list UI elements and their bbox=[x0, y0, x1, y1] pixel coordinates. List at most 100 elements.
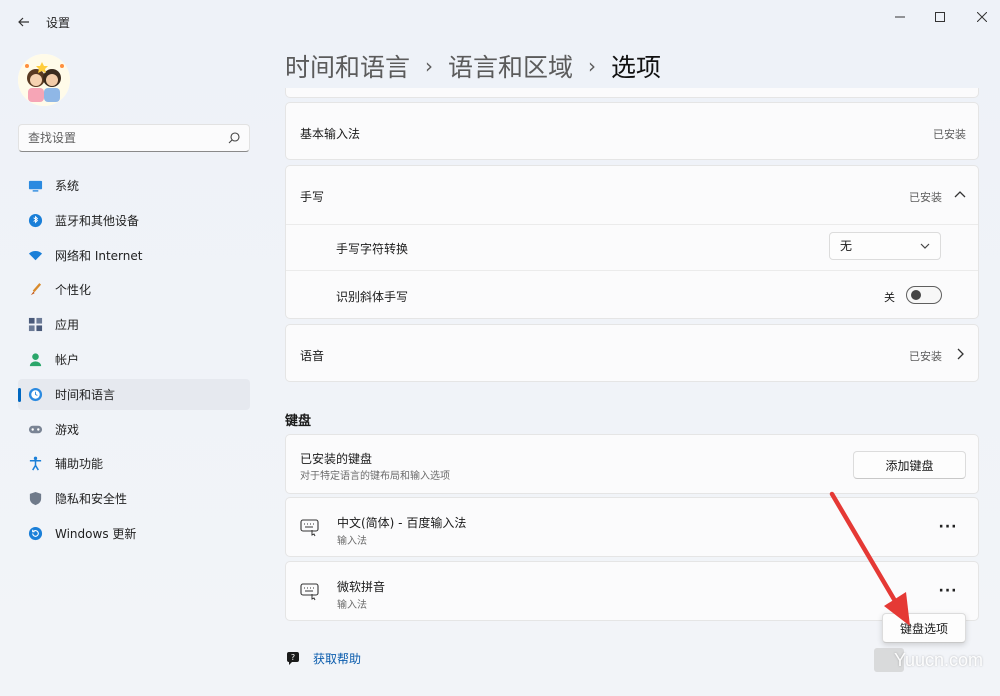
sidebar-item-network[interactable]: 网络和 Internet bbox=[18, 240, 250, 271]
sidebar-item-accessibility[interactable]: 辅助功能 bbox=[18, 448, 250, 479]
sidebar-item-windows-update[interactable]: Windows 更新 bbox=[18, 518, 250, 549]
get-help-link[interactable]: ? 获取帮助 bbox=[285, 650, 361, 667]
get-help-label[interactable]: 获取帮助 bbox=[313, 650, 361, 667]
previous-card-edge bbox=[285, 88, 979, 98]
chevron-down-icon bbox=[920, 243, 930, 249]
back-button[interactable] bbox=[12, 10, 36, 34]
system-icon bbox=[28, 180, 43, 192]
speech-status: 已安装 bbox=[909, 350, 942, 363]
clock-globe-icon bbox=[28, 387, 43, 401]
italic-toggle-state: 关 bbox=[884, 291, 895, 304]
handwriting-status: 已安装 bbox=[909, 191, 942, 204]
sidebar-item-label: 个性化 bbox=[55, 283, 92, 298]
breadcrumb-separator: › bbox=[425, 54, 434, 78]
sidebar-item-personalization[interactable]: 个性化 bbox=[18, 274, 250, 305]
speech-label: 语音 bbox=[300, 349, 325, 363]
sidebar-item-label: 系统 bbox=[55, 179, 80, 193]
more-options-button[interactable]: ··· bbox=[934, 515, 962, 539]
sidebar-item-label: 辅助功能 bbox=[55, 457, 104, 472]
search-box[interactable] bbox=[18, 124, 250, 152]
bluetooth-icon bbox=[28, 213, 43, 227]
sidebar-item-accounts[interactable]: 帐户 bbox=[18, 344, 250, 375]
keyboard-name: 微软拼音 bbox=[337, 580, 386, 594]
apps-icon bbox=[28, 318, 43, 332]
sidebar-item-label: 应用 bbox=[55, 318, 80, 333]
basic-input-label: 基本输入法 bbox=[300, 127, 361, 141]
handwriting-card: 手写 已安装 手写字符转换 无 识别斜体手写 关 bbox=[285, 165, 979, 319]
settings-window: 设置 系统 bbox=[0, 0, 1000, 696]
update-icon bbox=[28, 526, 43, 541]
char-conversion-value: 无 bbox=[840, 239, 853, 253]
sidebar-nav: 系统 蓝牙和其他设备 网络和 Internet 个性化 应用 帐户 时间和语言 bbox=[18, 170, 250, 553]
gamepad-icon bbox=[28, 425, 43, 433]
char-conversion-label: 手写字符转换 bbox=[336, 242, 409, 256]
sidebar-item-label: 蓝牙和其他设备 bbox=[55, 213, 140, 228]
breadcrumb-separator: › bbox=[588, 54, 597, 78]
shield-icon bbox=[29, 492, 42, 506]
minimize-icon bbox=[895, 16, 905, 18]
keyboard-options-menu-item[interactable]: 键盘选项 bbox=[882, 613, 966, 643]
sidebar-item-label: 游戏 bbox=[55, 422, 80, 437]
keyboard-name: 中文(简体) - 百度输入法 bbox=[337, 516, 467, 530]
keyboard-type: 输入法 bbox=[337, 536, 367, 547]
wifi-icon bbox=[28, 250, 43, 260]
minimize-button[interactable] bbox=[878, 6, 922, 28]
installed-keyboards-label: 已安装的键盘 bbox=[300, 452, 373, 466]
sidebar-item-label: 时间和语言 bbox=[55, 387, 116, 402]
installed-keyboards-desc: 对于特定语言的键布局和输入选项 bbox=[300, 471, 450, 482]
title-bar: 设置 bbox=[0, 0, 1000, 42]
sidebar-item-time-language[interactable]: 时间和语言 bbox=[18, 378, 250, 410]
italic-toggle[interactable] bbox=[906, 286, 942, 304]
search-input[interactable] bbox=[19, 125, 219, 151]
user-avatar-icon bbox=[18, 54, 70, 106]
accessibility-icon bbox=[29, 457, 42, 471]
basic-input-status: 已安装 bbox=[933, 128, 966, 141]
breadcrumb-time-language[interactable]: 时间和语言 bbox=[285, 48, 410, 84]
sidebar-item-gaming[interactable]: 游戏 bbox=[18, 414, 250, 445]
account-icon bbox=[29, 353, 42, 367]
keyboard-icon bbox=[300, 519, 319, 537]
sidebar-item-label: 网络和 Internet bbox=[55, 248, 143, 263]
handwriting-header[interactable]: 手写 已安装 bbox=[286, 166, 978, 224]
keyboard-section-title: 键盘 bbox=[285, 414, 312, 429]
app-title: 设置 bbox=[46, 16, 71, 30]
watermark: Yuucn.com bbox=[894, 650, 984, 670]
speech-card[interactable]: 语音 已安装 bbox=[285, 324, 979, 382]
divider bbox=[286, 270, 978, 271]
keyboard-item: 微软拼音 输入法 ··· bbox=[285, 561, 979, 621]
keyboard-type: 输入法 bbox=[337, 600, 367, 611]
italic-handwriting-label: 识别斜体手写 bbox=[336, 290, 409, 304]
back-arrow-icon bbox=[18, 17, 29, 27]
divider bbox=[286, 224, 978, 225]
page-title: 选项 bbox=[611, 53, 662, 82]
maximize-button[interactable] bbox=[918, 6, 962, 28]
chevron-right-icon bbox=[957, 348, 964, 360]
handwriting-label: 手写 bbox=[300, 190, 325, 204]
svg-text:?: ? bbox=[291, 653, 295, 662]
sidebar-item-label: 帐户 bbox=[55, 352, 80, 367]
close-button[interactable] bbox=[960, 6, 1000, 28]
sidebar-item-label: 隐私和安全性 bbox=[55, 492, 128, 507]
breadcrumb: 时间和语言 › 语言和区域 › 选项 bbox=[285, 48, 661, 84]
avatar[interactable] bbox=[18, 54, 70, 106]
search-icon[interactable] bbox=[227, 131, 241, 145]
installed-keyboards-card: 已安装的键盘 对于特定语言的键布局和输入选项 添加键盘 bbox=[285, 434, 979, 494]
keyboard-icon bbox=[300, 583, 319, 601]
sidebar-item-apps[interactable]: 应用 bbox=[18, 309, 250, 340]
basic-input-card: 基本输入法 已安装 bbox=[285, 102, 979, 160]
more-options-button[interactable]: ··· bbox=[934, 579, 962, 603]
help-chat-icon: ? bbox=[287, 651, 299, 665]
sidebar-item-privacy[interactable]: 隐私和安全性 bbox=[18, 483, 250, 514]
keyboard-item: 中文(简体) - 百度输入法 输入法 ··· bbox=[285, 497, 979, 557]
breadcrumb-language-region[interactable]: 语言和区域 bbox=[448, 48, 573, 84]
sidebar-item-system[interactable]: 系统 bbox=[18, 170, 250, 201]
sidebar-item-label: Windows 更新 bbox=[55, 526, 137, 541]
char-conversion-dropdown[interactable]: 无 bbox=[829, 232, 941, 260]
chevron-up-icon[interactable] bbox=[954, 190, 966, 200]
toggle-knob bbox=[911, 290, 921, 300]
maximize-icon bbox=[935, 12, 945, 22]
sidebar-item-bluetooth[interactable]: 蓝牙和其他设备 bbox=[18, 205, 250, 236]
add-keyboard-button[interactable]: 添加键盘 bbox=[853, 451, 966, 479]
brush-icon bbox=[30, 283, 42, 296]
close-icon bbox=[977, 12, 987, 22]
